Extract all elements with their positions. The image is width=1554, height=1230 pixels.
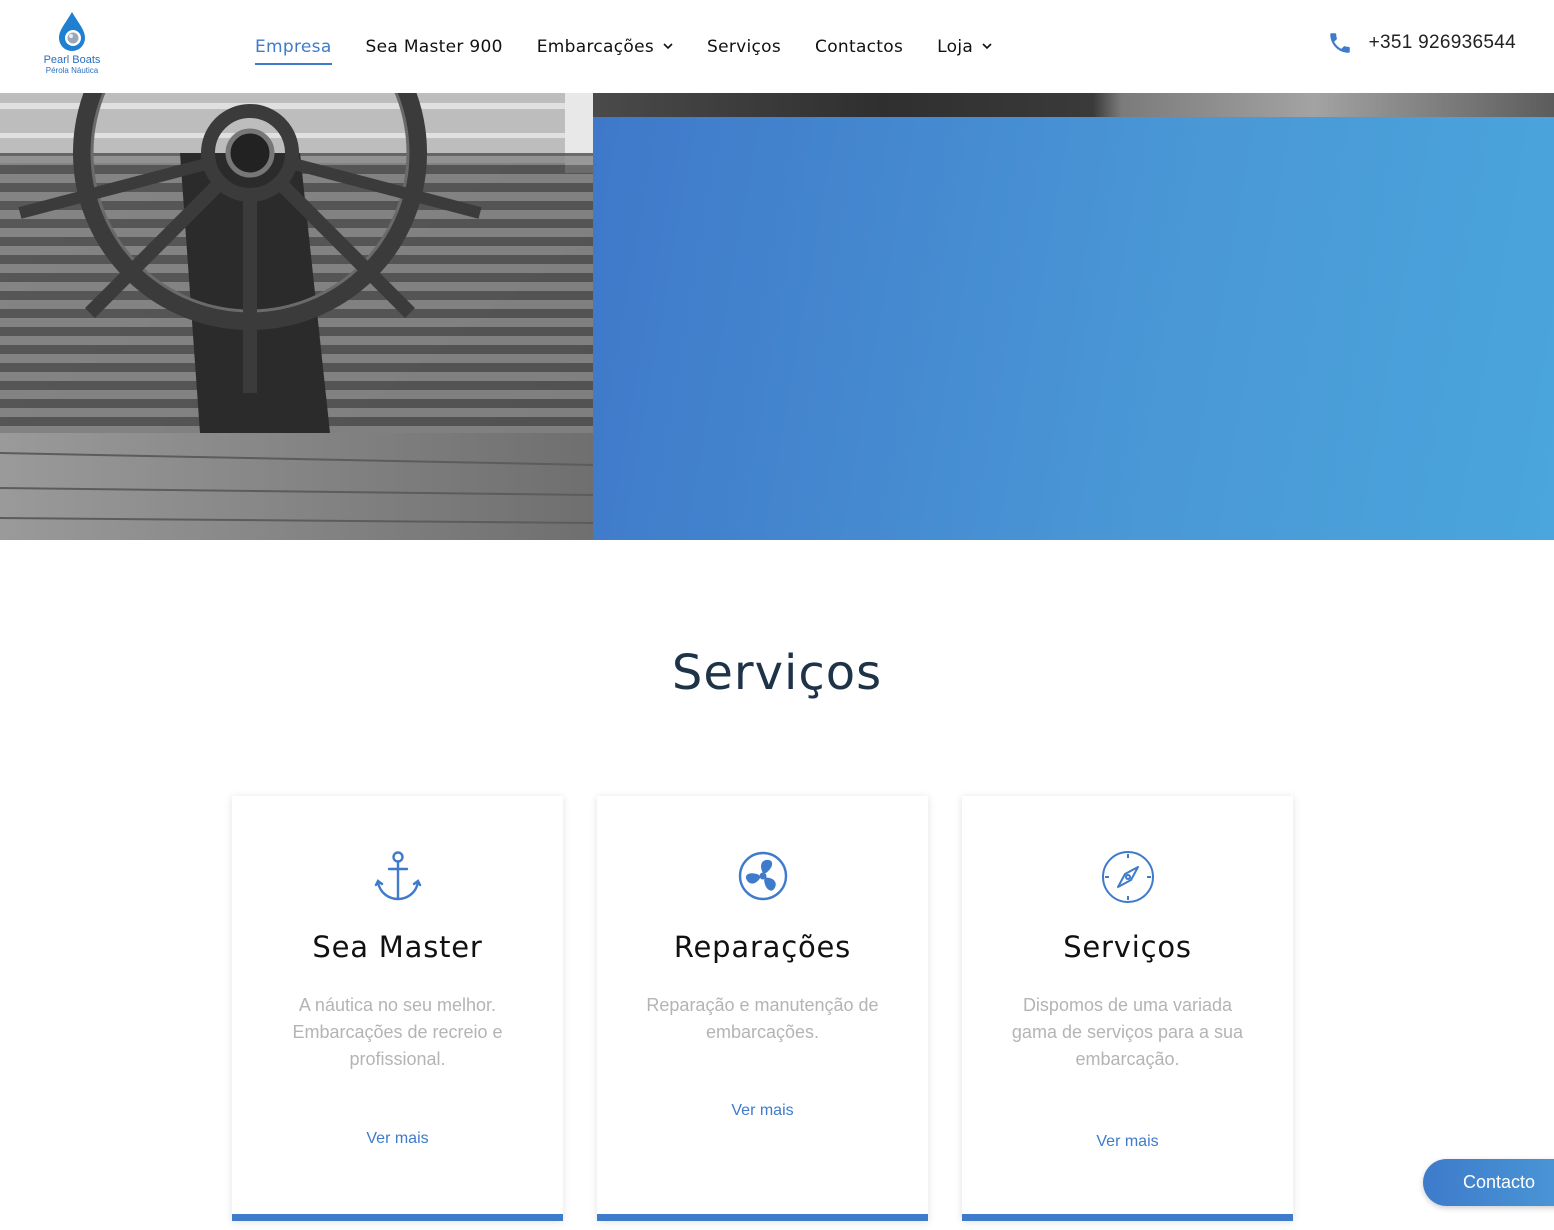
propeller-fan-icon [738,851,787,901]
nav-label: Loja [937,36,974,57]
nav-item-empresa[interactable]: Empresa [255,29,332,65]
card-description: A náutica no seu melhor. Embarcações de … [292,995,503,1069]
services-title: Serviços [671,645,883,701]
nav-label: Serviços [707,36,782,57]
water-drop-pearl-icon [59,12,85,51]
nav-item-sea-master-900[interactable]: Sea Master 900 [366,29,503,65]
main-nav: Empresa Sea Master 900 Embarcações Servi… [255,0,1026,93]
nav-item-contactos[interactable]: Contactos [815,29,903,65]
nav-label: Embarcações [536,36,654,57]
ver-mais-link[interactable]: Ver mais [232,1130,563,1148]
card-title: Reparações [673,930,852,964]
compass-icon [1101,851,1154,903]
nav-item-loja[interactable]: Loja [937,29,992,65]
brand-tagline: Pérola Náutica [45,66,99,75]
nav-item-servicos[interactable]: Serviços [707,29,781,65]
service-card-reparacoes: Reparações Reparação e manutenção de emb… [597,796,928,1221]
logo[interactable]: Pearl Boats Pérola Náutica [30,10,114,82]
card-title: Sea Master [312,930,483,964]
nav-item-embarcacoes[interactable]: Embarcações [537,29,673,65]
site-header: Pearl Boats Pérola Náutica Empresa Sea M… [0,0,1554,93]
brand-name: Pearl Boats [43,54,101,66]
phone-icon [1329,33,1350,53]
ver-mais-link[interactable]: Ver mais [962,1133,1293,1151]
chevron-down-icon [982,43,992,50]
card-description: Dispomos de uma variada gama de serviços… [1011,995,1244,1069]
phone-link[interactable]: +351 926936544 [1327,30,1516,56]
hero-section [0,93,1554,540]
ver-mais-link[interactable]: Ver mais [597,1102,928,1120]
service-card-sea-master: Sea Master A náutica no seu melhor. Emba… [232,796,563,1221]
nav-label: Sea Master 900 [365,36,503,57]
card-title: Serviços [1063,930,1192,964]
hero-photo-strip [593,93,1554,117]
phone-number: +351 926936544 [1368,32,1516,53]
nav-label: Contactos [815,36,904,57]
anchor-icon [374,851,421,901]
nav-label: Empresa [255,36,332,57]
card-description: Reparação e manutenção de embarcações. [646,995,879,1042]
chevron-down-icon [663,43,673,50]
service-card-servicos: Serviços Dispomos de uma variada gama de… [962,796,1293,1221]
ship-steering-wheel-photo [0,93,593,540]
floating-contact-button[interactable]: Contacto [1423,1159,1554,1206]
hero-blue-panel [593,117,1554,540]
